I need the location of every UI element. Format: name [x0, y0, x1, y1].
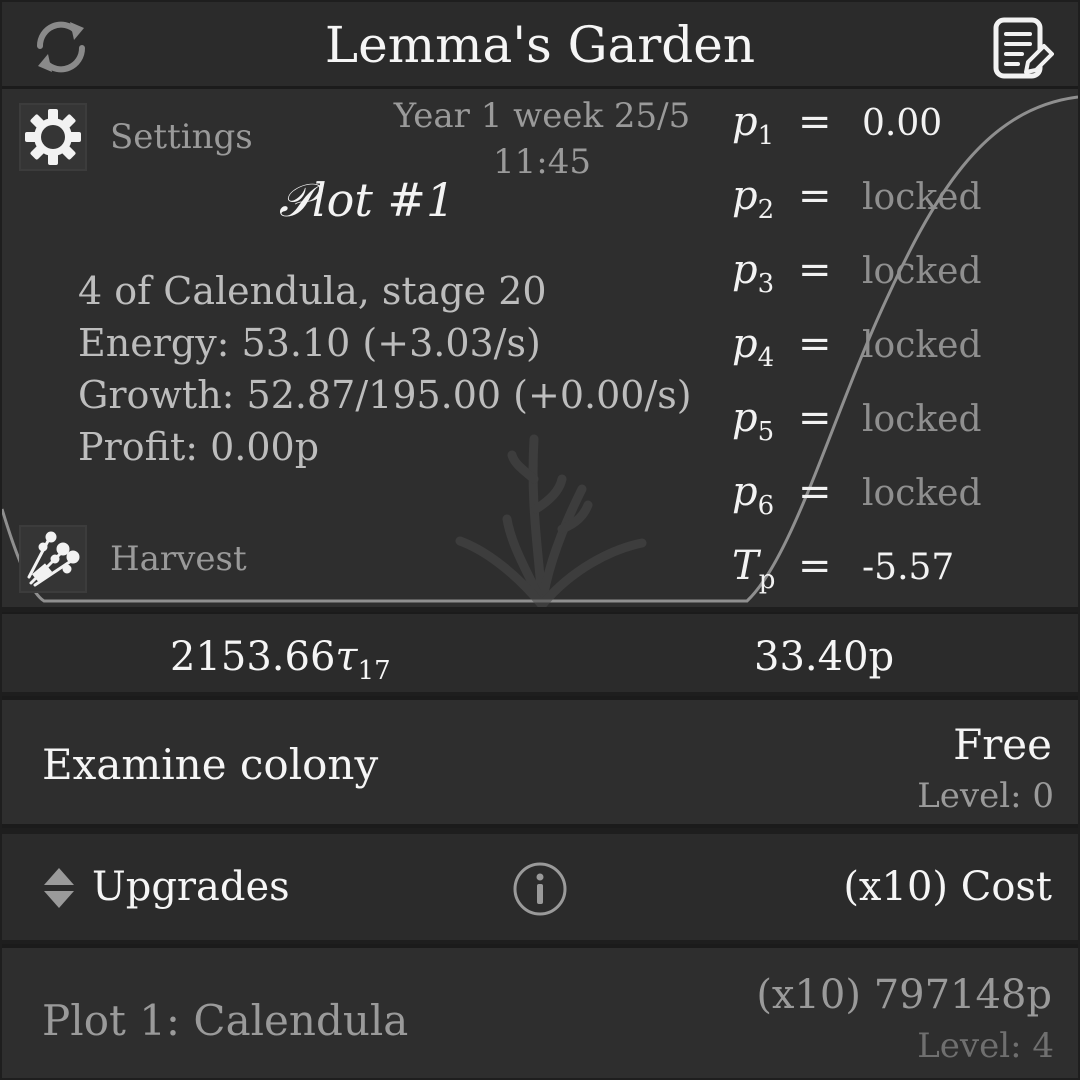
variable-row-p5: p5 = locked: [722, 395, 1072, 455]
variable-value: locked: [862, 399, 982, 440]
equals-sign: =: [798, 395, 832, 441]
currency-bar: 2153.66τ17 33.40p: [2, 612, 1078, 692]
money-balance: 33.40p: [754, 634, 895, 680]
variable-row-p3: p3 = locked: [722, 247, 1072, 307]
harvest-bouquet-icon: [27, 531, 80, 587]
equals-sign: =: [798, 321, 832, 367]
variable-name: p6: [732, 469, 775, 521]
examine-cost: Free: [953, 720, 1052, 769]
variable-name: p4: [732, 321, 775, 373]
upgrades-header: Upgrades (x10) Cost: [2, 834, 1078, 940]
date-text: Year 1 week 25/5: [393, 96, 691, 136]
tau-currency: 2153.66τ17: [170, 634, 391, 686]
harvest-label[interactable]: Harvest: [110, 539, 247, 579]
app-title: Lemma's Garden: [324, 16, 756, 74]
tau-symbol: τ: [335, 634, 358, 680]
upgrade-name: Plot 1: Calendula: [42, 996, 409, 1045]
variable-name: p3: [732, 247, 775, 299]
upgrade-row[interactable]: Plot 1: Calendula (x10) 797148p Level: 4: [2, 944, 1078, 1078]
variable-value: locked: [862, 325, 982, 366]
upgrade-level: Level: 4: [917, 1026, 1054, 1066]
variable-row-p4: p4 = locked: [722, 321, 1072, 381]
harvest-button[interactable]: [19, 525, 87, 593]
variable-name: Tp: [732, 543, 776, 595]
equals-sign: =: [798, 543, 832, 589]
variable-row-p6: p6 = locked: [722, 469, 1072, 529]
variable-row-tp: Tp = -5.57: [722, 543, 1072, 603]
variable-name: p5: [732, 395, 775, 447]
variable-row-p1: p1 = 0.00: [722, 99, 1072, 159]
energy-line: Energy: 53.10 (+3.03/s): [78, 321, 541, 365]
notes-edit-icon[interactable]: [992, 16, 1054, 82]
variable-value: -5.57: [862, 547, 955, 588]
plot-title: 𝒫lot #1: [278, 173, 456, 227]
variable-value: locked: [862, 177, 982, 218]
examine-level: Level: 0: [917, 776, 1054, 816]
upgrades-label: Upgrades: [92, 864, 290, 910]
examine-label: Examine colony: [42, 740, 379, 789]
equals-sign: =: [798, 99, 832, 145]
plot-info: 4 of Calendula, stage 20 Energy: 53.10 (…: [78, 265, 692, 473]
settings-button[interactable]: [19, 103, 87, 171]
settings-label[interactable]: Settings: [110, 117, 253, 157]
info-icon[interactable]: [512, 861, 568, 917]
variable-value: locked: [862, 251, 982, 292]
game-screen: Lemma's Garden Settings Harvest Year 1 w…: [0, 0, 1080, 1080]
equals-sign: =: [798, 469, 832, 515]
tau-subscript: 17: [357, 656, 391, 686]
cost-multiplier-toggle[interactable]: (x10) Cost: [843, 864, 1052, 910]
sort-arrows-icon[interactable]: [42, 866, 76, 910]
growth-line: Growth: 52.87/195.00 (+0.00/s): [78, 373, 692, 417]
game-clock: Year 1 week 25/5 11:45: [382, 93, 702, 185]
header-bar: Lemma's Garden: [2, 2, 1078, 89]
equals-sign: =: [798, 247, 832, 293]
profit-line: Profit: 0.00p: [78, 425, 320, 469]
variable-name: p2: [732, 173, 775, 225]
species-line: 4 of Calendula, stage 20: [78, 269, 547, 313]
variable-name: p1: [732, 99, 775, 151]
variable-value: locked: [862, 473, 982, 514]
upgrade-cost: (x10) 797148p: [756, 972, 1052, 1018]
plot-panel: Settings Harvest Year 1 week 25/5 11:45 …: [2, 89, 1078, 607]
tau-value: 2153.66: [170, 634, 336, 680]
variable-row-p2: p2 = locked: [722, 173, 1072, 233]
variable-value: 0.00: [862, 103, 943, 144]
equals-sign: =: [798, 173, 832, 219]
examine-colony-button[interactable]: Examine colony Free Level: 0: [2, 696, 1078, 828]
gear-icon: [25, 109, 81, 165]
